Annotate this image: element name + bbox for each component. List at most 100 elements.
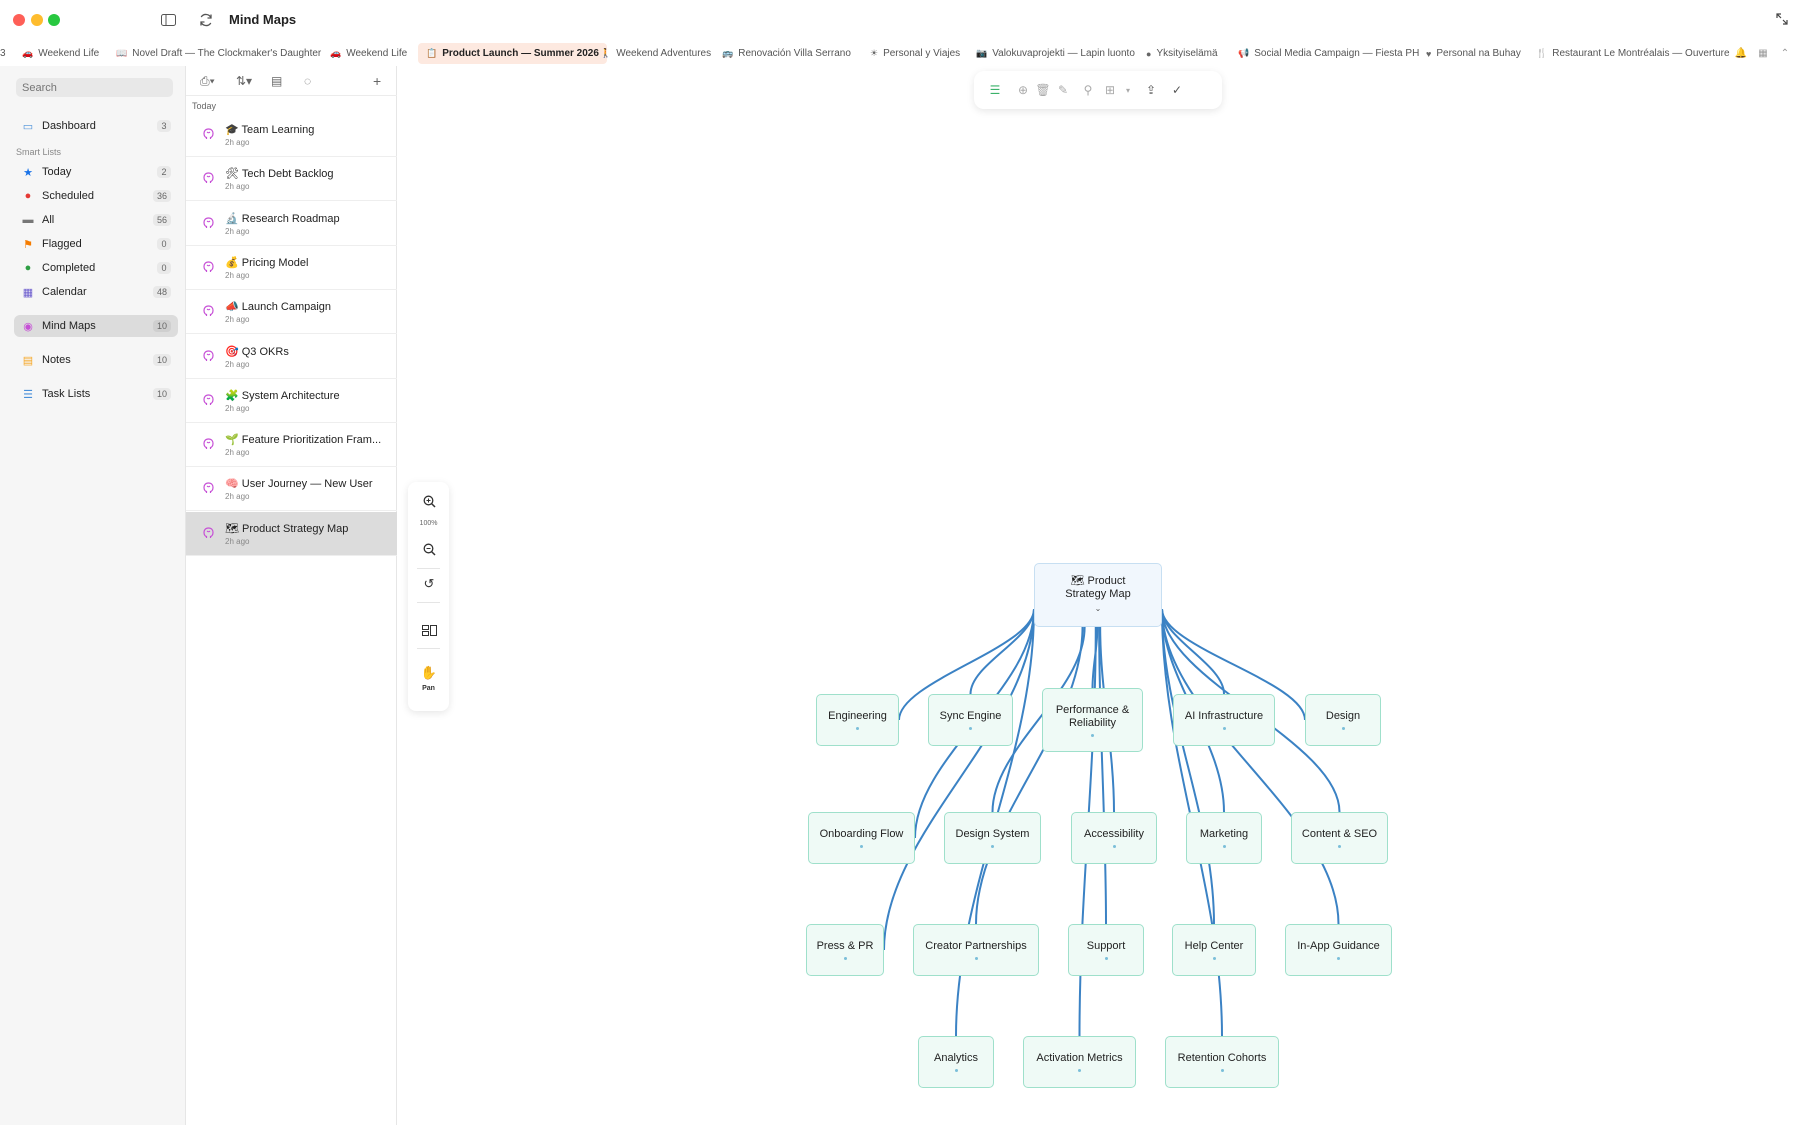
node-dot [954, 1069, 958, 1072]
minimize-window-button[interactable] [31, 14, 43, 26]
chevron-down-icon[interactable]: ⌄ [1095, 602, 1102, 615]
tab-4[interactable]: 🚶 Weekend Adventures [600, 43, 711, 64]
tab-1[interactable]: 📖 Novel Draft — The Clockmaker's Daughter [116, 43, 321, 64]
check-circle-icon[interactable]: ✓ [1166, 79, 1188, 101]
list-item[interactable]: 💰 Pricing Model 2h ago [186, 246, 397, 290]
add-icon[interactable]: + [373, 73, 381, 89]
mind-map-canvas[interactable]: ☰ ⊕ 🗑 ✎ ⚲ ⊞ ▾ ⇪ ✓ 100% ↺ ✋ Pan 🗺 Product… [397, 66, 1800, 1125]
sidebar-item-label: Notes [42, 354, 71, 366]
list-item[interactable]: 🧩 System Architecture 2h ago [186, 379, 397, 423]
mind-map-node-press[interactable]: Press & PR [806, 924, 884, 976]
list-item[interactable]: 🎯 Q3 OKRs 2h ago [186, 335, 397, 379]
view-mode-icon[interactable]: ▤ [271, 73, 282, 89]
delete-icon[interactable]: 🗑 [1032, 79, 1054, 101]
sidebar-item-count: 10 [152, 320, 171, 332]
sync-icon[interactable] [196, 10, 216, 30]
tab-8[interactable]: ● Yksityiselämä [1146, 43, 1218, 64]
mind-map-node-inapp[interactable]: In-App Guidance [1285, 924, 1392, 976]
share-icon[interactable]: ⇪ [1140, 79, 1162, 101]
search-input[interactable] [16, 78, 173, 97]
sidebar-item-calendar[interactable]: ▦ Calendar 48 [14, 281, 178, 303]
zoom-out-icon[interactable] [418, 538, 440, 560]
mind-map-node-perf[interactable]: Performance & Reliability [1042, 688, 1143, 752]
mind-map-node-analytics[interactable]: Analytics [918, 1036, 994, 1088]
bell-icon[interactable]: 🔔 [1732, 43, 1750, 64]
mind-map-node-sync[interactable]: Sync Engine [928, 694, 1013, 746]
tab-label: Product Launch — Summer 2026 [442, 48, 599, 59]
sidebar-item-flagged[interactable]: ⚑ Flagged 0 [14, 233, 178, 255]
chevron-up-icon[interactable]: ⌃ [1776, 43, 1794, 64]
sidebar-item-mind-maps[interactable]: ◉ Mind Maps 10 [14, 315, 178, 337]
sidebar-item-today[interactable]: ★ Today 2 [14, 161, 178, 183]
mind-map-node-retention[interactable]: Retention Cohorts [1165, 1036, 1279, 1088]
inbox-filter-icon[interactable]: ⎙▾ [200, 73, 215, 89]
tab-5[interactable]: 🚌 Renovación Villa Serrano [722, 43, 851, 64]
mind-map-node-a11y[interactable]: Accessibility [1071, 812, 1157, 864]
tab-11[interactable]: 🍴 Restaurant Le Montréalais — Ouverture [1536, 43, 1730, 64]
tab-icon: 📷 [976, 48, 988, 58]
tab-0[interactable]: 🚗 Weekend Life [22, 43, 99, 64]
tab-label: Weekend Life [38, 48, 100, 59]
mind-map-node-support[interactable]: Support [1068, 924, 1144, 976]
tab-3[interactable]: 📋 Product Launch — Summer 2026 [418, 43, 607, 64]
mind-map-node-activation[interactable]: Activation Metrics [1023, 1036, 1136, 1088]
mind-map-node-seo[interactable]: Content & SEO [1291, 812, 1388, 864]
layout-icon[interactable]: ▦ [1754, 43, 1772, 64]
list-item[interactable]: 🔬 Research Roadmap 2h ago [186, 202, 397, 246]
mind-map-node-onboarding[interactable]: Onboarding Flow [808, 812, 915, 864]
brain-icon [203, 216, 214, 230]
tab-2[interactable]: 🚗 Weekend Life [330, 43, 407, 64]
sidebar-item-task-lists[interactable]: ☰ Task Lists 10 [14, 383, 178, 405]
fit-layout-icon[interactable] [418, 619, 440, 641]
node-label: Sync Engine [939, 710, 1002, 722]
sidebar-item-count: 10 [152, 354, 171, 366]
sidebar-item-dashboard[interactable]: ▭ Dashboard 3 [14, 115, 178, 137]
chevron-down-icon[interactable]: ▾ [1117, 79, 1139, 101]
sidebar-item-label: Calendar [42, 286, 87, 298]
pin-icon[interactable]: ⚲ [1077, 79, 1099, 101]
mind-map-node-help[interactable]: Help Center [1172, 924, 1256, 976]
sidebar-item-label: All [42, 214, 55, 226]
reset-icon[interactable]: ↺ [418, 573, 440, 595]
list-item-timestamp: 2h ago [225, 226, 250, 236]
sidebar-item-count: 10 [152, 388, 171, 400]
sidebar-item-scheduled[interactable]: ● Scheduled 36 [14, 185, 178, 207]
tab-10[interactable]: ♥ Personal na Buhay [1426, 43, 1521, 64]
fullscreen-icon[interactable] [1776, 12, 1788, 28]
tab-6[interactable]: ☀ Personal y Viajes [870, 43, 960, 64]
node-label: Marketing [1199, 828, 1249, 840]
mind-map-node-designsys[interactable]: Design System [944, 812, 1041, 864]
list-item[interactable]: 📣 Launch Campaign 2h ago [186, 290, 397, 335]
list-item[interactable]: 🧠 User Journey — New User 2h ago [186, 467, 397, 512]
mind-map-node-design[interactable]: Design [1305, 694, 1381, 746]
list-item[interactable]: 🌱 Feature Prioritization Fram... 2h ago [186, 423, 397, 468]
list-item-timestamp: 2h ago [225, 448, 250, 458]
mind-map-node-ai[interactable]: AI Infrastructure [1173, 694, 1275, 746]
mind-map-node-creator[interactable]: Creator Partnerships [913, 924, 1039, 976]
list-item[interactable]: 🛠 Tech Debt Backlog 2h ago [186, 157, 397, 202]
list-item-timestamp: 2h ago [225, 315, 250, 325]
mind-map-node-engineering[interactable]: Engineering [816, 694, 899, 746]
mind-map-node-marketing[interactable]: Marketing [1186, 812, 1262, 864]
tab-9[interactable]: 📢 Social Media Campaign — Fiesta PH [1238, 43, 1419, 64]
pan-hand-icon[interactable]: ✋ [418, 662, 440, 684]
list-item[interactable]: 🎓 Team Learning 2h ago [186, 113, 397, 157]
zoom-in-icon[interactable] [418, 490, 440, 512]
style-icon[interactable]: ☰ [984, 79, 1006, 101]
node-label: Performance & Reliability [1055, 703, 1130, 729]
tab-overflow-edge: 3 [0, 48, 6, 59]
list-item[interactable]: 🗺 Product Strategy Map 2h ago [186, 511, 397, 556]
check-icon[interactable]: ◌ [304, 73, 311, 89]
tab-7[interactable]: 📷 Valokuvaprojekti — Lapin luonto [976, 43, 1135, 64]
sidebar-item-completed[interactable]: ● Completed 0 [14, 257, 178, 279]
close-window-button[interactable] [13, 14, 25, 26]
sidebar-item-notes[interactable]: ▤ Notes 10 [14, 349, 178, 371]
zoom-window-button[interactable] [48, 14, 60, 26]
sidebar-toggle-icon[interactable] [158, 10, 178, 30]
add-node-icon[interactable]: ⊕ [1012, 79, 1034, 101]
sort-icon[interactable]: ⇅▾ [236, 73, 252, 89]
edit-icon[interactable]: ✎ [1052, 79, 1074, 101]
sidebar-item-all[interactable]: ▬ All 56 [14, 209, 178, 231]
tab-icon: 📋 [426, 48, 438, 58]
mind-map-root-node[interactable]: 🗺 Product Strategy Map ⌄ [1034, 563, 1162, 627]
